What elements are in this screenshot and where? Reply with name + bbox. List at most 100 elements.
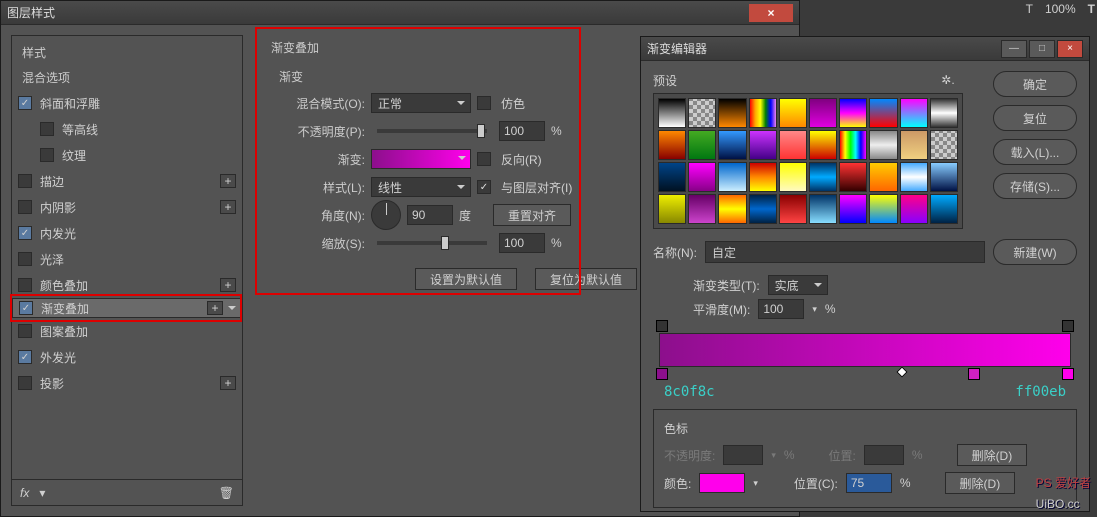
opacity-slider[interactable] <box>377 129 487 133</box>
preset-swatch-15[interactable] <box>809 130 837 160</box>
preset-swatch-25[interactable] <box>809 162 837 192</box>
cancel-button[interactable]: 复位 <box>993 105 1077 131</box>
plus-icon[interactable]: + <box>220 376 236 390</box>
style-checkbox[interactable] <box>18 278 32 292</box>
style-item-2[interactable]: 纹理 <box>12 142 242 168</box>
style-checkbox[interactable] <box>18 376 32 390</box>
preset-swatch-36[interactable] <box>839 194 867 224</box>
gear-icon[interactable]: ✲. <box>939 71 957 89</box>
plus-icon[interactable]: + <box>220 200 236 214</box>
styles-header[interactable]: 样式 <box>12 40 242 65</box>
preset-swatch-29[interactable] <box>930 162 958 192</box>
style-checkbox[interactable] <box>18 174 32 188</box>
preset-swatch-31[interactable] <box>688 194 716 224</box>
stop-color-swatch[interactable] <box>699 473 745 493</box>
name-input[interactable] <box>705 241 985 263</box>
blend-options[interactable]: 混合选项 <box>12 65 242 90</box>
minimize-icon[interactable]: — <box>1001 40 1027 58</box>
preset-swatch-32[interactable] <box>718 194 746 224</box>
style-item-6[interactable]: 光泽 <box>12 246 242 272</box>
preset-swatch-37[interactable] <box>869 194 897 224</box>
scale-input[interactable]: 100 <box>499 233 545 253</box>
preset-swatch-35[interactable] <box>809 194 837 224</box>
plus-icon[interactable]: + <box>220 278 236 292</box>
midpoint-icon[interactable] <box>896 366 907 377</box>
angle-input[interactable]: 90 <box>407 205 453 225</box>
preset-swatch-23[interactable] <box>749 162 777 192</box>
close-icon[interactable]: × <box>1057 40 1083 58</box>
new-button[interactable]: 新建(W) <box>993 239 1077 265</box>
layer-style-titlebar[interactable]: 图层样式 × <box>1 1 799 25</box>
preset-swatch-3[interactable] <box>749 98 777 128</box>
style-checkbox[interactable]: ✓ <box>19 301 33 315</box>
preset-swatch-2[interactable] <box>718 98 746 128</box>
preset-swatch-17[interactable] <box>869 130 897 160</box>
preset-swatch-33[interactable] <box>749 194 777 224</box>
style-item-0[interactable]: ✓斜面和浮雕 <box>12 90 242 116</box>
stop-color-position-input[interactable]: 75 <box>846 473 892 493</box>
preset-swatch-21[interactable] <box>688 162 716 192</box>
load-button[interactable]: 载入(L)... <box>993 139 1077 165</box>
preset-swatch-39[interactable] <box>930 194 958 224</box>
style-item-9[interactable]: 图案叠加 <box>12 318 242 344</box>
reset-default-button[interactable]: 复位为默认值 <box>535 268 637 290</box>
style-item-11[interactable]: 投影+ <box>12 370 242 396</box>
style-checkbox[interactable] <box>18 324 32 338</box>
style-checkbox[interactable] <box>18 252 32 266</box>
plus-icon[interactable]: + <box>207 301 223 315</box>
preset-swatch-0[interactable] <box>658 98 686 128</box>
trash-icon[interactable]: 🗑 <box>219 486 234 500</box>
style-checkbox[interactable]: ✓ <box>18 96 32 110</box>
style-item-4[interactable]: 内阴影+ <box>12 194 242 220</box>
set-default-button[interactable]: 设置为默认值 <box>415 268 517 290</box>
style-item-3[interactable]: 描边+ <box>12 168 242 194</box>
preset-swatch-34[interactable] <box>779 194 807 224</box>
style-item-1[interactable]: 等高线 <box>12 116 242 142</box>
gradient-editor-titlebar[interactable]: 渐变编辑器 — □ × <box>641 37 1089 61</box>
style-item-8[interactable]: ✓渐变叠加+ <box>12 298 242 318</box>
style-checkbox[interactable] <box>40 148 54 162</box>
gradient-type-select[interactable]: 实底 <box>768 275 828 295</box>
preset-swatch-10[interactable] <box>658 130 686 160</box>
fx-icon[interactable]: fx <box>20 486 29 500</box>
reset-align-button[interactable]: 重置对齐 <box>493 204 571 226</box>
save-button[interactable]: 存储(S)... <box>993 173 1077 199</box>
style-checkbox[interactable] <box>18 200 32 214</box>
plus-icon[interactable]: + <box>220 174 236 188</box>
style-checkbox[interactable]: ✓ <box>18 350 32 364</box>
angle-dial[interactable] <box>371 200 401 230</box>
preset-swatch-1[interactable] <box>688 98 716 128</box>
style-checkbox[interactable]: ✓ <box>18 226 32 240</box>
preset-swatch-38[interactable] <box>900 194 928 224</box>
gradient-bar[interactable]: 8c0f8c ff00eb <box>659 333 1071 367</box>
preset-swatch-22[interactable] <box>718 162 746 192</box>
reverse-checkbox[interactable] <box>477 152 491 166</box>
preset-swatch-8[interactable] <box>900 98 928 128</box>
delete-color-stop-button[interactable]: 删除(D) <box>945 472 1016 494</box>
style-select[interactable]: 线性 <box>371 177 471 197</box>
color-stop-sel[interactable] <box>968 368 980 380</box>
ok-button[interactable]: 确定 <box>993 71 1077 97</box>
preset-swatch-7[interactable] <box>869 98 897 128</box>
align-checkbox[interactable] <box>477 180 491 194</box>
gradient-swatch[interactable] <box>371 149 471 169</box>
preset-swatch-13[interactable] <box>749 130 777 160</box>
maximize-icon[interactable]: □ <box>1029 40 1055 58</box>
preset-swatch-9[interactable] <box>930 98 958 128</box>
dither-checkbox[interactable] <box>477 96 491 110</box>
preset-swatch-14[interactable] <box>779 130 807 160</box>
preset-swatch-27[interactable] <box>869 162 897 192</box>
preset-swatch-30[interactable] <box>658 194 686 224</box>
opacity-input[interactable]: 100 <box>499 121 545 141</box>
style-item-7[interactable]: 颜色叠加+ <box>12 272 242 298</box>
preset-swatch-5[interactable] <box>809 98 837 128</box>
scale-slider[interactable] <box>377 241 487 245</box>
chevron-down-icon[interactable]: ▾ <box>39 486 45 500</box>
preset-swatch-16[interactable] <box>839 130 867 160</box>
preset-swatch-18[interactable] <box>900 130 928 160</box>
preset-swatch-28[interactable] <box>900 162 928 192</box>
smoothness-input[interactable]: 100 <box>758 299 804 319</box>
style-item-10[interactable]: ✓外发光 <box>12 344 242 370</box>
preset-swatch-4[interactable] <box>779 98 807 128</box>
preset-swatch-20[interactable] <box>658 162 686 192</box>
